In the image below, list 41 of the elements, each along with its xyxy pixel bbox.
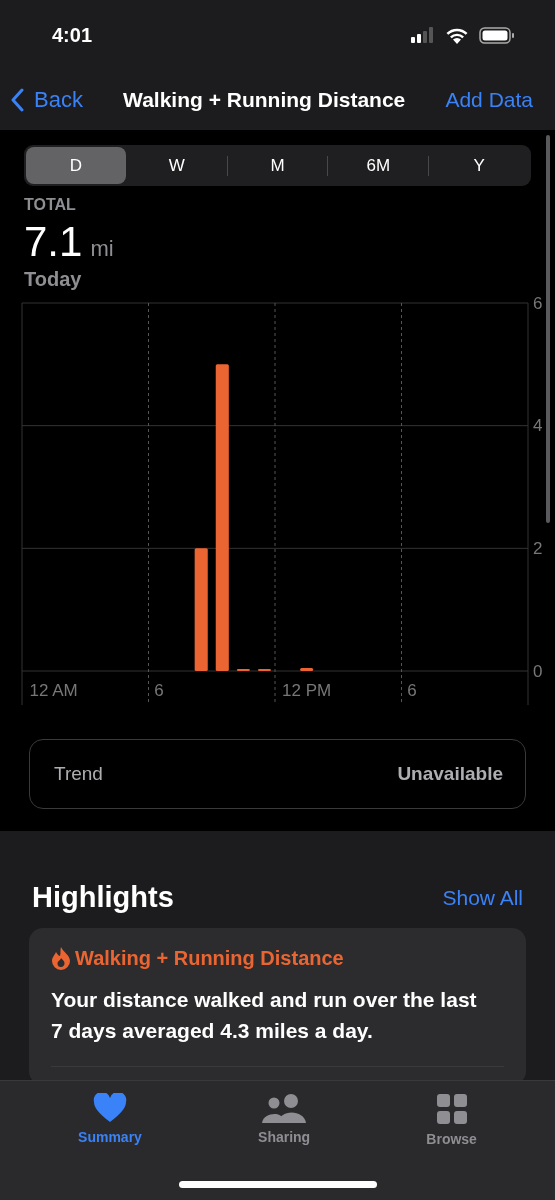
range-tab[interactable]: Y: [429, 147, 529, 184]
time-label: 12 PM: [282, 681, 332, 700]
time-label: 6: [407, 681, 417, 700]
show-all-link[interactable]: Show All: [442, 885, 523, 910]
time-label: 12 AM: [29, 681, 78, 700]
total-label: TOTAL: [24, 196, 77, 214]
tab-bar-item[interactable]: Browse: [416, 1093, 487, 1149]
section-title: Highlights: [32, 881, 174, 914]
tab-bar-item[interactable]: Summary: [68, 1093, 152, 1149]
range-tab[interactable]: 6M: [328, 147, 429, 184]
flame-icon: [51, 946, 71, 970]
highlight-card[interactable]: Walking + Running Distance Your distance walked and run over the last 7 days averaged 4.3 miles a day.: [29, 928, 526, 1080]
range-tab[interactable]: M: [227, 147, 328, 184]
trend-card[interactable]: Trend Unavailable: [29, 739, 526, 809]
people-icon: [261, 1093, 308, 1123]
back-button[interactable]: Back: [10, 87, 83, 113]
signal-icon: [411, 27, 435, 43]
highlight-text: Your distance walked and run over the last 7 days averaged 4.3 miles a day.: [51, 987, 478, 1044]
wifi-icon: [445, 26, 469, 44]
unit-label: mi: [90, 236, 114, 262]
status-time: 4:01: [52, 23, 93, 47]
grid-icon: [435, 1093, 468, 1125]
heart-icon: [93, 1093, 127, 1123]
axis-label: 0: [533, 661, 543, 681]
add-data-link[interactable]: Add Data: [445, 88, 533, 112]
card-title: Walking + Running Distance: [75, 946, 344, 970]
axis-label: 2: [533, 538, 543, 558]
tab-bar-item[interactable]: Sharing: [248, 1093, 321, 1149]
trend-label: Trend: [54, 763, 103, 785]
date-label: Today: [24, 268, 83, 291]
range-tab[interactable]: W: [126, 147, 227, 184]
time-label: 6: [154, 681, 164, 700]
range-tab[interactable]: D: [26, 147, 126, 184]
page-title: Walking + Running Distance: [123, 88, 406, 112]
chevron-left-icon: [10, 88, 24, 112]
chart-bar: [300, 667, 314, 671]
trend-value: Unavailable: [397, 763, 503, 785]
total-value: 7.1: [24, 218, 83, 266]
axis-label: 4: [533, 416, 543, 436]
axis-label: 6: [533, 297, 543, 313]
battery-icon: [479, 26, 515, 44]
